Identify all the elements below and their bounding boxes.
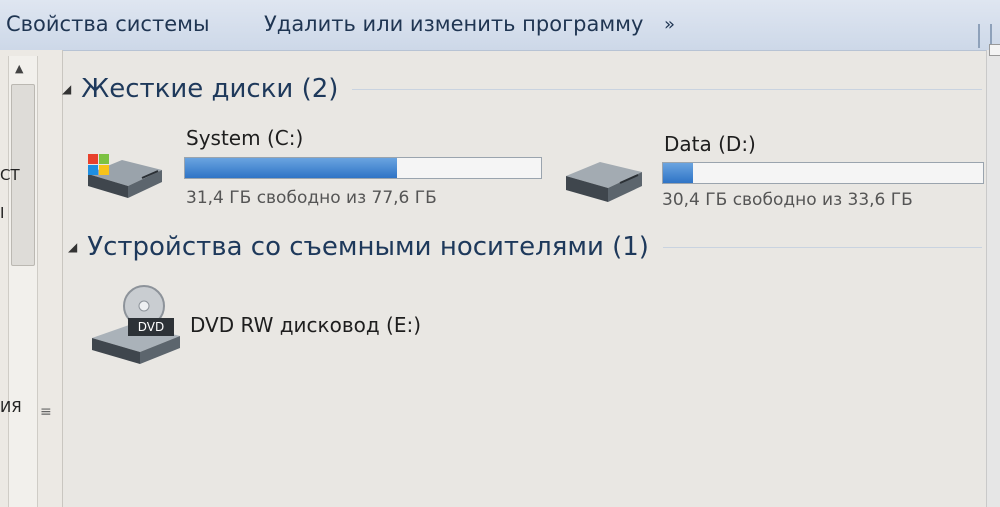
- drive-d-usage-fill: [663, 163, 694, 183]
- drive-e-name[interactable]: DVD RW дисковод (E:): [190, 313, 421, 337]
- drive-c-free-space: 31,4 ГБ свободно из 77,6 ГБ: [186, 188, 437, 208]
- nav-item-partial[interactable]: ИЯ: [0, 398, 22, 416]
- more-commands-button[interactable]: »: [664, 14, 675, 35]
- drive-c-name[interactable]: System (C:): [186, 126, 303, 150]
- nav-item-partial[interactable]: I: [0, 204, 4, 222]
- group-title: Жесткие диски (2): [81, 74, 339, 104]
- content-scrollbar[interactable]: [986, 44, 1000, 507]
- drive-d-free-space: 30,4 ГБ свободно из 33,6 ГБ: [662, 190, 913, 210]
- command-bar: Свойства системы Удалить или изменить пр…: [0, 0, 1000, 51]
- drive-d-name[interactable]: Data (D:): [664, 132, 756, 156]
- group-title: Устройства со съемными носителями (1): [87, 232, 649, 262]
- drive-d-usage-bar: [662, 162, 984, 184]
- group-divider: [662, 246, 982, 248]
- drive-c-usage-fill: [185, 158, 397, 178]
- windows-hdd-icon[interactable]: [82, 148, 166, 212]
- scroll-up-button[interactable]: [989, 44, 1000, 56]
- group-header-removable[interactable]: ◢ Устройства со съемными носителями (1): [68, 232, 982, 262]
- navigation-scrollbar[interactable]: ▲: [8, 56, 38, 507]
- nav-item-partial[interactable]: СТ: [0, 166, 20, 184]
- group-header-hard-disks[interactable]: ◢ Жесткие диски (2): [62, 74, 982, 104]
- uninstall-program-button[interactable]: Удалить или изменить программу: [264, 12, 643, 36]
- collapse-triangle-icon[interactable]: ◢: [62, 82, 71, 96]
- dvd-badge-text: DVD: [138, 320, 164, 334]
- hdd-icon[interactable]: [562, 156, 646, 212]
- splitter-grip-icon[interactable]: ≡: [40, 404, 52, 420]
- group-divider: [352, 88, 982, 90]
- scroll-up-arrow-icon[interactable]: ▲: [15, 62, 23, 75]
- dvd-drive-icon[interactable]: DVD: [88, 284, 184, 372]
- drive-c-usage-bar: [184, 157, 542, 179]
- system-properties-button[interactable]: Свойства системы: [6, 12, 210, 36]
- collapse-triangle-icon[interactable]: ◢: [68, 240, 77, 254]
